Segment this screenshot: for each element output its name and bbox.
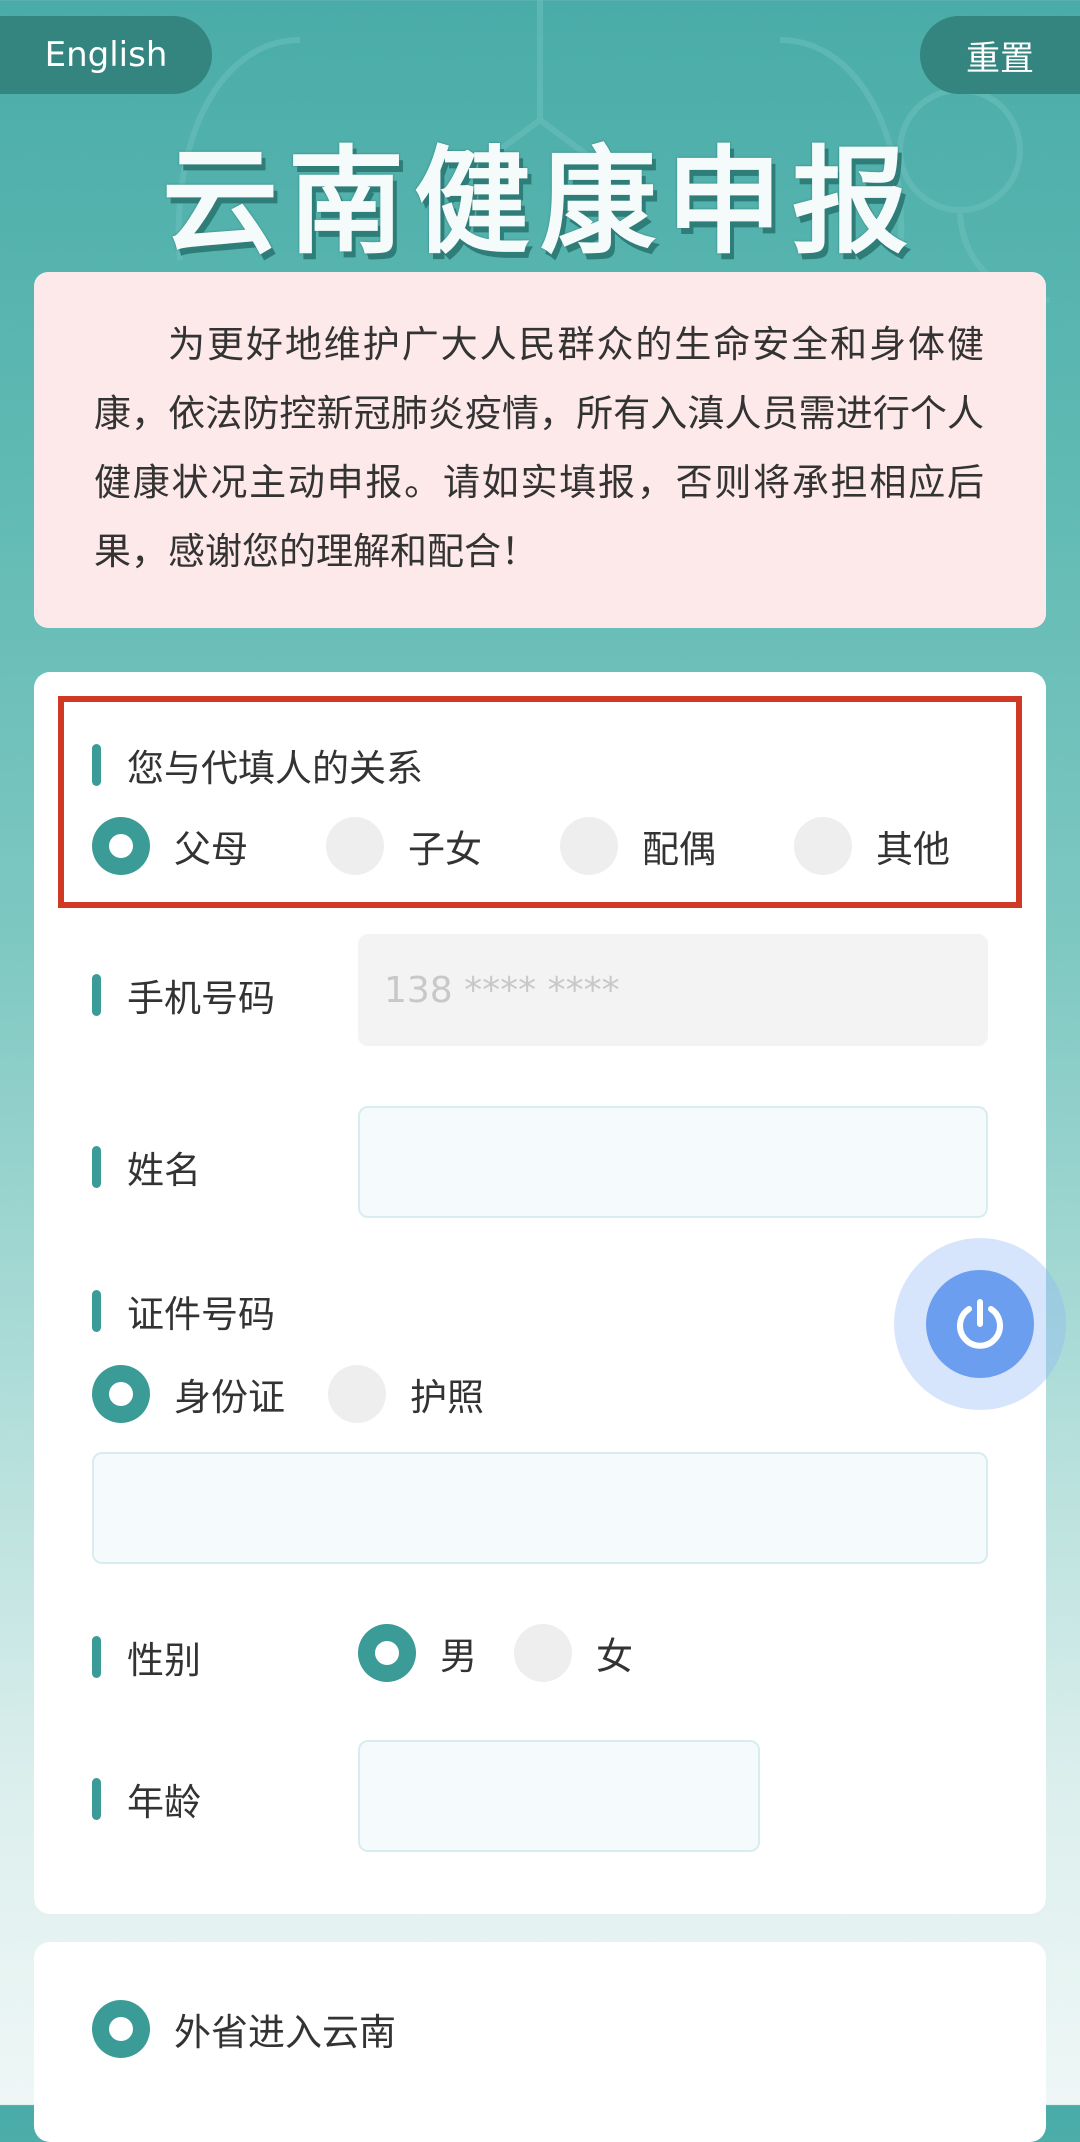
- age-input[interactable]: [358, 1740, 760, 1852]
- id-type-option-passport[interactable]: 护照: [328, 1365, 484, 1423]
- name-label: 姓名: [92, 1140, 201, 1194]
- radio-checked-icon: [92, 817, 150, 875]
- reset-button[interactable]: 重置: [920, 16, 1080, 94]
- id-number-label-text: 证件号码: [127, 1293, 275, 1336]
- relationship-label: 您与代填人的关系: [92, 738, 423, 792]
- radio-unchecked-icon: [326, 817, 384, 875]
- relationship-label-text: 您与代填人的关系: [127, 747, 423, 790]
- name-label-text: 姓名: [127, 1149, 201, 1192]
- radio-unchecked-icon: [328, 1365, 386, 1423]
- radio-label: 身份证: [174, 1376, 285, 1419]
- radio-label: 子女: [408, 828, 482, 871]
- age-label-text: 年龄: [127, 1781, 201, 1824]
- radio-unchecked-icon: [514, 1624, 572, 1682]
- radio-label: 女: [596, 1635, 633, 1678]
- phone-label: 手机号码: [92, 968, 275, 1022]
- label-accent-bar: [92, 1636, 101, 1678]
- page-title: 云南健康申报: [162, 134, 918, 270]
- radio-checked-icon: [92, 1365, 150, 1423]
- label-accent-bar: [92, 1146, 101, 1188]
- label-accent-bar: [92, 1290, 101, 1332]
- entry-option-other-province[interactable]: 外省进入云南: [92, 2000, 396, 2058]
- id-type-option-id-card[interactable]: 身份证: [92, 1365, 285, 1423]
- label-accent-bar: [92, 1778, 101, 1820]
- name-input[interactable]: [358, 1106, 988, 1218]
- radio-unchecked-icon: [794, 817, 852, 875]
- age-label: 年龄: [92, 1772, 201, 1826]
- radio-label: 其他: [876, 828, 950, 871]
- label-accent-bar: [92, 974, 101, 1016]
- relationship-option-parents[interactable]: 父母: [92, 817, 248, 875]
- gender-option-male[interactable]: 男: [358, 1624, 477, 1682]
- notice-box: 为更好地维护广大人民群众的生命安全和身体健康，依法防控新冠肺炎疫情，所有入滇人员…: [34, 272, 1046, 628]
- gender-label: 性别: [92, 1630, 201, 1684]
- radio-label: 男: [440, 1635, 477, 1678]
- radio-label: 外省进入云南: [174, 2011, 396, 2054]
- phone-label-text: 手机号码: [127, 977, 275, 1020]
- radio-checked-icon: [358, 1624, 416, 1682]
- gender-option-female[interactable]: 女: [514, 1624, 633, 1682]
- id-number-label: 证件号码: [92, 1284, 275, 1338]
- language-button[interactable]: English: [0, 16, 212, 94]
- radio-label: 配偶: [642, 828, 716, 871]
- relationship-option-spouse[interactable]: 配偶: [560, 817, 716, 875]
- radio-label: 父母: [174, 828, 248, 871]
- power-button[interactable]: [926, 1270, 1034, 1378]
- relationship-option-children[interactable]: 子女: [326, 817, 482, 875]
- radio-unchecked-icon: [560, 817, 618, 875]
- id-number-input[interactable]: [92, 1452, 988, 1564]
- phone-input[interactable]: [358, 934, 988, 1046]
- radio-checked-icon: [92, 2000, 150, 2058]
- gender-label-text: 性别: [127, 1639, 201, 1682]
- label-accent-bar: [92, 744, 101, 786]
- power-icon: [957, 1299, 1003, 1349]
- relationship-option-other[interactable]: 其他: [794, 817, 950, 875]
- radio-label: 护照: [410, 1376, 484, 1419]
